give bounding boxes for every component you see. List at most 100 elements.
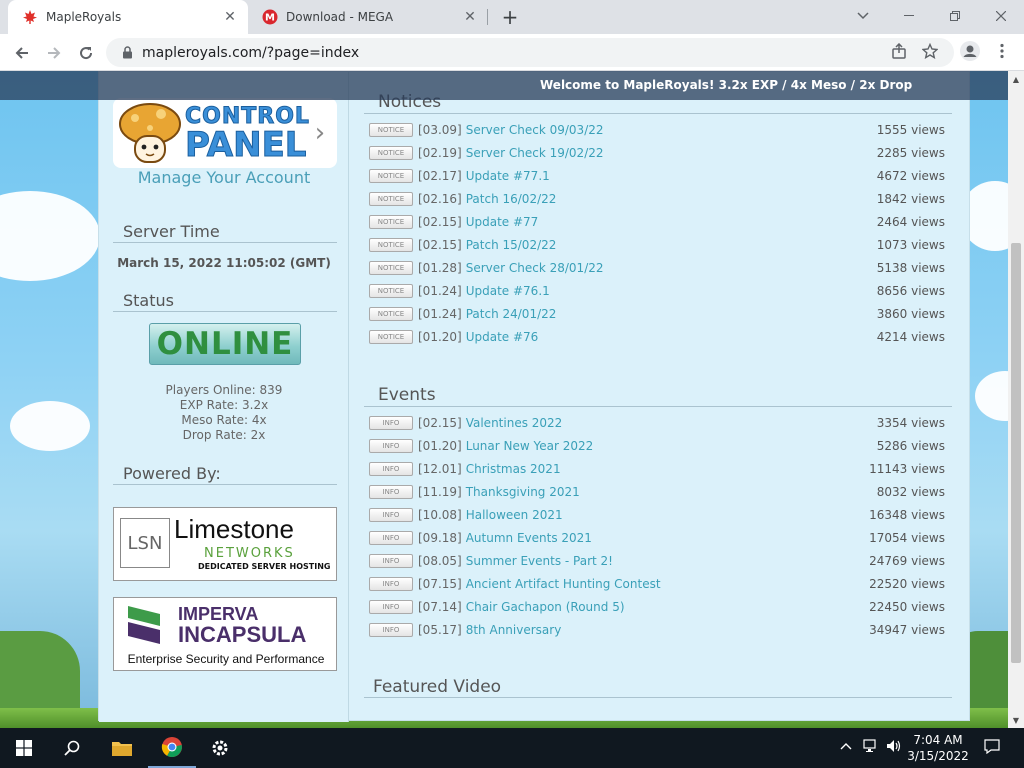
search-icon[interactable]	[48, 728, 96, 768]
clock-time: 7:04 AM	[913, 733, 963, 747]
menu-kebab-icon[interactable]	[990, 39, 1014, 63]
notifications-icon[interactable]	[984, 739, 1000, 758]
divider	[364, 697, 952, 698]
back-button[interactable]	[8, 39, 36, 67]
post-title-link[interactable]: Patch 16/02/22	[466, 192, 877, 206]
post-title-link[interactable]: Update #76	[466, 330, 877, 344]
imperva-logo-icon	[128, 606, 160, 644]
chevron-up-icon[interactable]	[840, 739, 852, 754]
list-item: INFO [07.15] Ancient Artifact Hunting Cont…	[369, 572, 945, 595]
view-count: 4214 views	[876, 329, 945, 344]
network-icon[interactable]	[863, 739, 879, 757]
tab-search-icon[interactable]	[840, 0, 886, 32]
list-item: NOTICE [01.20] Update #76 4214 views	[369, 325, 945, 348]
category-badge: NOTICE	[369, 214, 413, 229]
post-title-link[interactable]: 8th Anniversary	[466, 623, 869, 637]
close-window-button[interactable]	[978, 0, 1024, 32]
new-tab-button[interactable]: +	[498, 5, 522, 29]
imperva-incapsula-banner[interactable]: IMPERVA INCAPSULA Enterprise Security an…	[113, 597, 337, 671]
share-icon[interactable]	[887, 39, 911, 63]
cloud-decoration	[975, 371, 1008, 421]
list-item: INFO [05.17] 8th Anniversary 34947 views	[369, 618, 945, 641]
category-badge: NOTICE	[369, 237, 413, 252]
tab-mega[interactable]: M Download - MEGA ✕	[252, 0, 488, 34]
divider	[364, 113, 952, 114]
post-title-link[interactable]: Autumn Events 2021	[466, 531, 869, 545]
windows-start-icon[interactable]	[0, 728, 48, 768]
mushroom-mascot-icon	[119, 103, 181, 163]
category-badge: INFO	[369, 461, 413, 476]
close-tab-icon[interactable]: ✕	[460, 7, 480, 27]
manage-account-link[interactable]: Manage Your Account	[99, 168, 349, 187]
limestone-networks-banner[interactable]: LSN Limestone NETWORKS DEDICATED SERVER …	[113, 507, 337, 581]
post-title-link[interactable]: Patch 24/01/22	[466, 307, 877, 321]
category-badge: INFO	[369, 484, 413, 499]
post-date: [05.17]	[418, 622, 462, 637]
view-count: 3860 views	[876, 306, 945, 321]
category-badge: INFO	[369, 553, 413, 568]
post-title-link[interactable]: Thanksgiving 2021	[466, 485, 877, 499]
scroll-down-arrow-icon[interactable]: ▼	[1008, 712, 1024, 728]
post-title-link[interactable]: Patch 15/02/22	[466, 238, 877, 252]
category-badge: INFO	[369, 530, 413, 545]
exp-rate: EXP Rate: 3.2x	[179, 398, 269, 412]
list-item: NOTICE [02.16] Patch 16/02/22 1842 views	[369, 187, 945, 210]
profile-avatar-icon[interactable]	[958, 39, 982, 63]
post-title-link[interactable]: Ancient Artifact Hunting Contest	[466, 577, 869, 591]
category-badge: INFO	[369, 415, 413, 430]
limestone-name: Limestone	[174, 514, 294, 544]
view-count: 1073 views	[876, 237, 945, 252]
page-scrollbar[interactable]: ▲ ▼	[1008, 71, 1024, 728]
post-title-link[interactable]: Server Check 19/02/22	[466, 146, 877, 160]
restore-button[interactable]	[932, 0, 978, 32]
tab-title: Download - MEGA	[286, 10, 394, 24]
post-title-link[interactable]: Server Check 28/01/22	[466, 261, 877, 275]
forward-button[interactable]	[40, 39, 68, 67]
list-item: NOTICE [01.24] Update #76.1 8656 views	[369, 279, 945, 302]
view-count: 22450 views	[869, 599, 945, 614]
post-title-link[interactable]: Update #77	[466, 215, 877, 229]
category-badge: NOTICE	[369, 329, 413, 344]
divider	[113, 311, 337, 312]
post-date: [02.15]	[418, 214, 462, 229]
view-count: 4672 views	[876, 168, 945, 183]
players-online: Players Online: 839	[165, 383, 283, 397]
post-title-link[interactable]: Halloween 2021	[466, 508, 869, 522]
post-title-link[interactable]: Lunar New Year 2022	[466, 439, 877, 453]
post-title-link[interactable]: Valentines 2022	[466, 416, 877, 430]
lock-icon[interactable]	[120, 46, 134, 60]
scrollbar-thumb[interactable]	[1011, 243, 1021, 663]
list-item: NOTICE [03.09] Server Check 09/03/22 1555 v…	[369, 118, 945, 141]
view-count: 34947 views	[869, 622, 945, 637]
view-count: 16348 views	[869, 507, 945, 522]
category-badge: NOTICE	[369, 283, 413, 298]
post-date: [01.20]	[418, 329, 462, 344]
taskbar-clock[interactable]: 7:04 AM 3/15/2022	[906, 732, 970, 764]
control-panel-link[interactable]: CONTROL PANEL ›	[113, 98, 337, 168]
post-date: [02.17]	[418, 168, 462, 183]
close-tab-icon[interactable]: ✕	[220, 7, 240, 27]
post-title-link[interactable]: Chair Gachapon (Round 5)	[466, 600, 869, 614]
minimize-button[interactable]	[886, 0, 932, 32]
post-title-link[interactable]: Summer Events - Part 2!	[466, 554, 869, 568]
reload-button[interactable]	[72, 39, 100, 67]
post-date: [02.16]	[418, 191, 462, 206]
post-title-link[interactable]: Christmas 2021	[466, 462, 869, 476]
post-date: [01.20]	[418, 438, 462, 453]
post-title-link[interactable]: Update #76.1	[466, 284, 877, 298]
address-bar[interactable]: mapleroyals.com/?page=index	[106, 38, 954, 67]
scroll-up-arrow-icon[interactable]: ▲	[1008, 71, 1024, 87]
post-title-link[interactable]: Server Check 09/03/22	[466, 123, 877, 137]
settings-gear-icon[interactable]	[196, 728, 244, 768]
volume-icon[interactable]	[886, 739, 902, 757]
bookmark-star-icon[interactable]	[918, 39, 942, 63]
server-time-value: March 15, 2022 11:05:02 (GMT)	[117, 256, 331, 270]
category-badge: INFO	[369, 507, 413, 522]
chrome-icon[interactable]	[148, 728, 196, 768]
post-title-link[interactable]: Update #77.1	[466, 169, 877, 183]
meso-rate: Meso Rate: 4x	[181, 413, 267, 427]
tab-mapleroyals[interactable]: MapleRoyals ✕	[8, 0, 248, 34]
file-explorer-icon[interactable]	[98, 728, 146, 768]
category-badge: NOTICE	[369, 122, 413, 137]
post-date: [11.19]	[418, 484, 462, 499]
